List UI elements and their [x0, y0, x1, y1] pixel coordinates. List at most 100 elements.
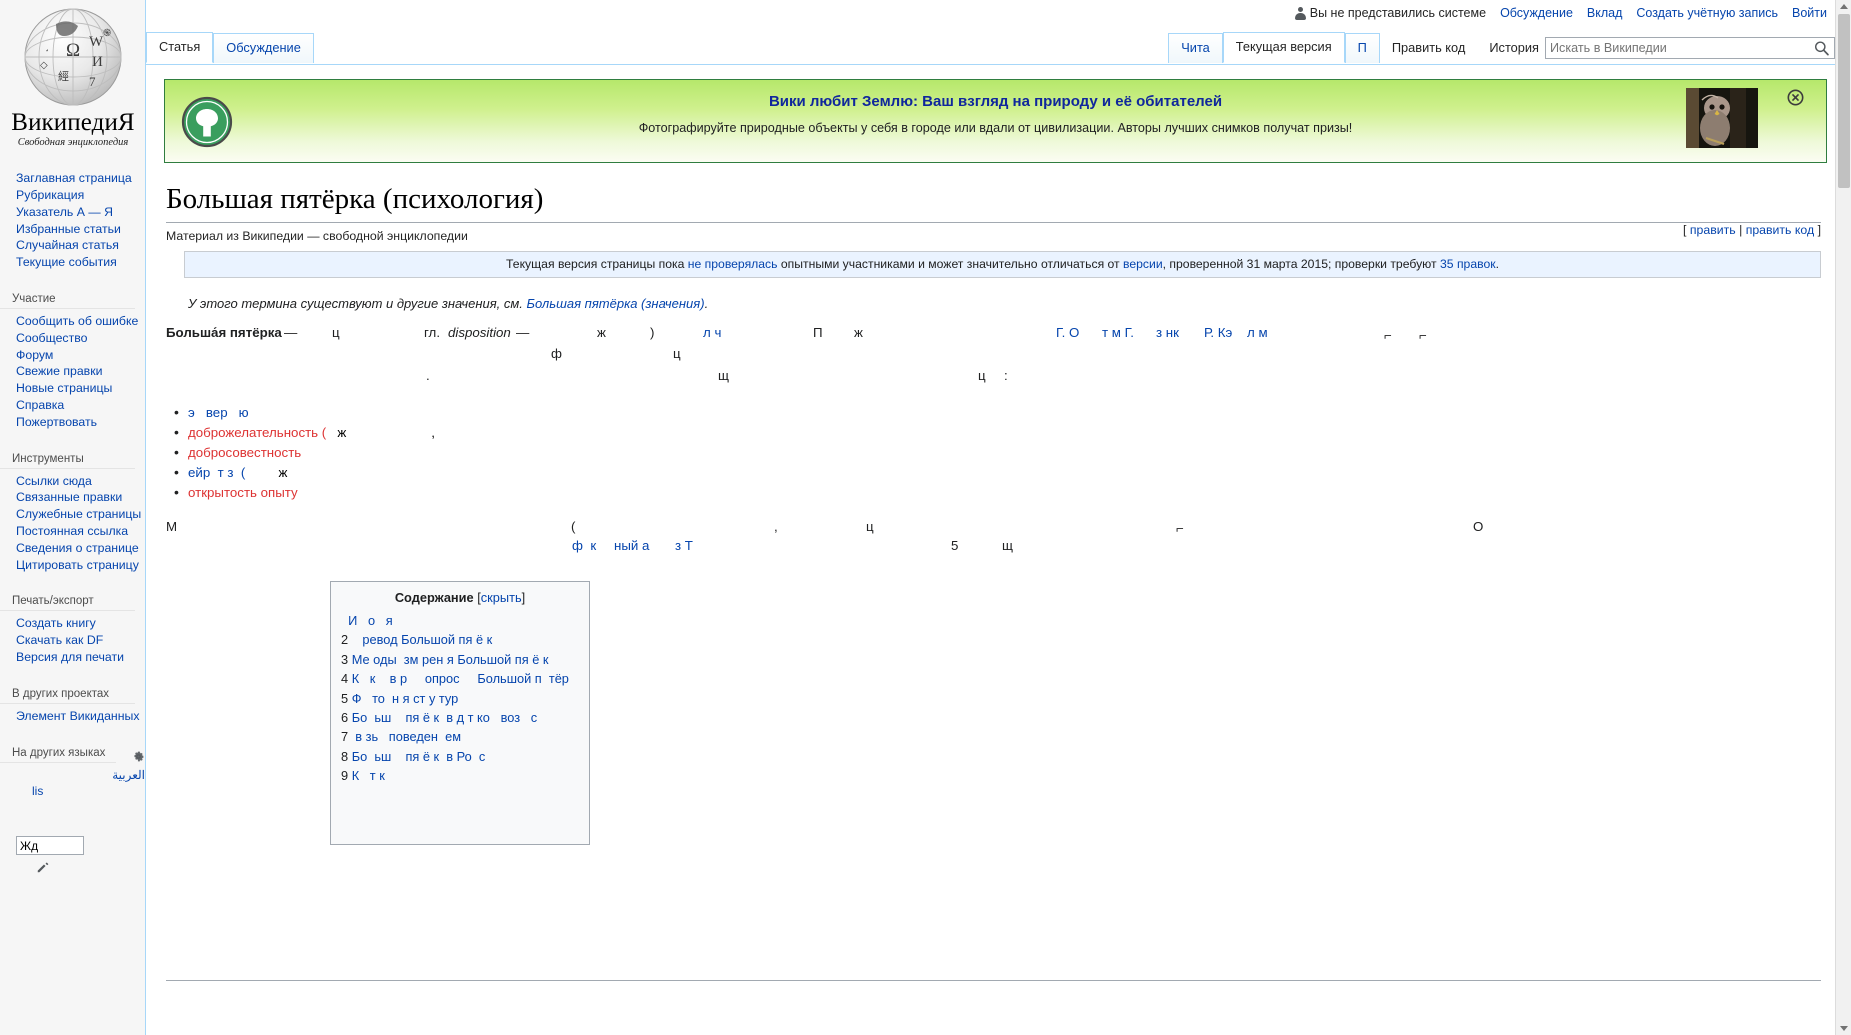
scrollbar-thumb[interactable]: [1838, 14, 1850, 188]
search-input[interactable]: [1546, 38, 1804, 58]
sidebar-link-page-information[interactable]: Сведения о странице: [16, 541, 139, 555]
close-icon[interactable]: [1787, 89, 1804, 106]
lead-fragment-14[interactable]: Р. Кэ: [1204, 325, 1232, 340]
sidebar-item-categories[interactable]: Рубрикация: [16, 187, 145, 204]
para2-fragment-7[interactable]: ный а: [614, 538, 649, 553]
edit-link[interactable]: править: [1690, 223, 1736, 237]
tab-read[interactable]: Чита: [1168, 33, 1223, 63]
sidebar-link-main-page[interactable]: Заглавная страница: [16, 171, 132, 185]
scroll-up-arrow-icon[interactable]: [1836, 0, 1851, 14]
sidebar-link-random[interactable]: Случайная статья: [16, 238, 119, 252]
sidebar-item-recent-changes[interactable]: Свежие правки: [16, 363, 145, 380]
sidebar-link-report-bug[interactable]: Сообщить об ошибке: [16, 314, 138, 328]
lead-fragment-8[interactable]: л ч: [703, 325, 721, 340]
personal-link-contributions[interactable]: Вклад: [1587, 6, 1623, 20]
trait-link-2-0[interactable]: добросовестность: [188, 445, 301, 460]
toc-item[interactable]: 4 К к в р опрос Большой п тёр: [341, 669, 579, 688]
sidebar-mini-input[interactable]: [16, 836, 84, 855]
lead-fragment-11[interactable]: Г. О: [1056, 325, 1079, 340]
toc-link-5[interactable]: 6 Бо ьш пя ё к в д т ко воз с: [341, 710, 537, 725]
sidebar-item-related-changes[interactable]: Связанные правки: [16, 489, 145, 506]
toc-link-1[interactable]: 2 ревод Большой пя ё к: [341, 632, 492, 647]
trait-link-4-0[interactable]: открытость опыту: [188, 485, 298, 500]
page-scrollbar[interactable]: [1835, 0, 1851, 1035]
tab-current-version[interactable]: Текущая версия: [1222, 32, 1345, 63]
toc-link-2[interactable]: 3 Ме оды зм рен я Большой пя ё к: [341, 652, 548, 667]
toc-item[interactable]: 9 К т к: [341, 766, 579, 785]
sidebar-link-recent-changes[interactable]: Свежие правки: [16, 364, 102, 378]
personal-link-login[interactable]: Войти: [1792, 6, 1827, 20]
wikipedia-logo[interactable]: Ω W И ֣ 經 7 ֍ ◇ ВикипедиЯ Свободная энци…: [0, 0, 146, 148]
sidebar-item-special-pages[interactable]: Служебные страницы: [16, 506, 145, 523]
sidebar-link-forum[interactable]: Форум: [16, 348, 53, 362]
toc-link-8[interactable]: 9 К т к: [341, 768, 385, 783]
toc-item[interactable]: 5 Ф то н я ст у тур: [341, 689, 579, 708]
toc-link-3[interactable]: 4 К к в р опрос Большой п тёр: [341, 671, 569, 686]
hatnote-link[interactable]: Большая пятёрка (значения): [527, 296, 705, 311]
toc-link-4[interactable]: 5 Ф то н я ст у тур: [341, 691, 458, 706]
sidebar-link-cite-page[interactable]: Цитировать страницу: [16, 558, 139, 572]
toc-link-0[interactable]: И о я: [341, 613, 393, 628]
sidebar-item-new-pages[interactable]: Новые страницы: [16, 380, 145, 397]
personal-link-create-account[interactable]: Создать учётную запись: [1636, 6, 1778, 20]
sidebar-link-donate[interactable]: Пожертвовать: [16, 415, 97, 429]
sidebar-item-forum[interactable]: Форум: [16, 347, 145, 364]
toc-link-7[interactable]: 8 Бо ьш пя ё к в Ро с: [341, 749, 485, 764]
para2-fragment-6[interactable]: ф к: [572, 538, 596, 553]
notice-link-unreviewed[interactable]: не проверялась: [688, 257, 778, 271]
sidebar-link-help[interactable]: Справка: [16, 398, 64, 412]
sidebar-link-printable-version[interactable]: Версия для печати: [16, 650, 124, 664]
sidebar-link-special-pages[interactable]: Служебные страницы: [16, 507, 141, 521]
tab-edit-source[interactable]: Править код: [1380, 34, 1478, 63]
toc-item[interactable]: 3 Ме оды зм рен я Большой пя ё к: [341, 650, 579, 669]
sidebar-item-index[interactable]: Указатель А — Я: [16, 204, 145, 221]
sidebar-link-featured[interactable]: Избранные статьи: [16, 222, 121, 236]
sidebar-item-download-pdf[interactable]: Скачать как DF: [16, 632, 145, 649]
sidebar-item-what-links-here[interactable]: Ссылки сюда: [16, 473, 145, 490]
tab-edit[interactable]: П: [1344, 33, 1380, 63]
personal-link-talk[interactable]: Обсуждение: [1500, 6, 1573, 20]
para2-fragment-8[interactable]: з Т: [675, 538, 693, 553]
edit-pencil-icon[interactable]: [36, 860, 50, 874]
sidebar-item-printable-version[interactable]: Версия для печати: [16, 649, 145, 666]
search-icon[interactable]: [1813, 40, 1831, 57]
language-item-other[interactable]: lis: [16, 783, 145, 800]
sidebar-link-current-events[interactable]: Текущие события: [16, 255, 117, 269]
sidebar-item-report-bug[interactable]: Сообщить об ошибке: [16, 313, 145, 330]
sidebar-link-create-book[interactable]: Создать книгу: [16, 616, 96, 630]
sidebar-item-permanent-link[interactable]: Постоянная ссылка: [16, 523, 145, 540]
trait-link-0-1[interactable]: вер ю: [195, 405, 249, 420]
language-item-arabic[interactable]: العربية: [16, 767, 145, 784]
sidebar-item-wikidata[interactable]: Элемент Викиданных: [16, 708, 145, 725]
scroll-down-arrow-icon[interactable]: [1836, 1021, 1851, 1035]
sidebar-link-community[interactable]: Сообщество: [16, 331, 87, 345]
sidebar-item-help[interactable]: Справка: [16, 397, 145, 414]
toc-item[interactable]: 7 в зь поведен ем: [341, 727, 579, 746]
sidebar-item-random[interactable]: Случайная статья: [16, 237, 145, 254]
sidebar-link-wikidata-item[interactable]: Элемент Викиданных: [16, 709, 139, 723]
trait-link-3-0[interactable]: ейр т з (: [188, 465, 245, 480]
toc-link-6[interactable]: 7 в зь поведен ем: [341, 729, 461, 744]
sidebar-item-community[interactable]: Сообщество: [16, 330, 145, 347]
tab-article[interactable]: Статья: [146, 32, 214, 63]
sidebar-link-new-pages[interactable]: Новые страницы: [16, 381, 112, 395]
sidebar-item-cite-page[interactable]: Цитировать страницу: [16, 557, 145, 574]
edit-source-link[interactable]: править код: [1746, 223, 1814, 237]
notice-link-version[interactable]: версии: [1123, 257, 1163, 271]
gear-icon[interactable]: [132, 750, 145, 763]
sidebar-link-related-changes[interactable]: Связанные правки: [16, 490, 122, 504]
trait-link-0-0[interactable]: э: [188, 405, 195, 420]
sidebar-item-main-page[interactable]: Заглавная страница: [16, 170, 145, 187]
tab-history[interactable]: История: [1477, 34, 1551, 63]
sidebar-item-page-information[interactable]: Сведения о странице: [16, 540, 145, 557]
toc-item[interactable]: 8 Бо ьш пя ё к в Ро с: [341, 747, 579, 766]
sidebar-item-current-events[interactable]: Текущие события: [16, 254, 145, 271]
sidebar-link-what-links-here[interactable]: Ссылки сюда: [16, 474, 92, 488]
sidebar-item-featured[interactable]: Избранные статьи: [16, 221, 145, 238]
tab-discussion[interactable]: Обсуждение: [213, 33, 314, 63]
toc-toggle-link[interactable]: скрыть: [481, 590, 522, 605]
toc-item[interactable]: 6 Бо ьш пя ё к в д т ко воз с: [341, 708, 579, 727]
sidebar-item-create-book[interactable]: Создать книгу: [16, 615, 145, 632]
sidebar-link-categories[interactable]: Рубрикация: [16, 188, 84, 202]
language-link-other[interactable]: lis: [32, 784, 43, 798]
